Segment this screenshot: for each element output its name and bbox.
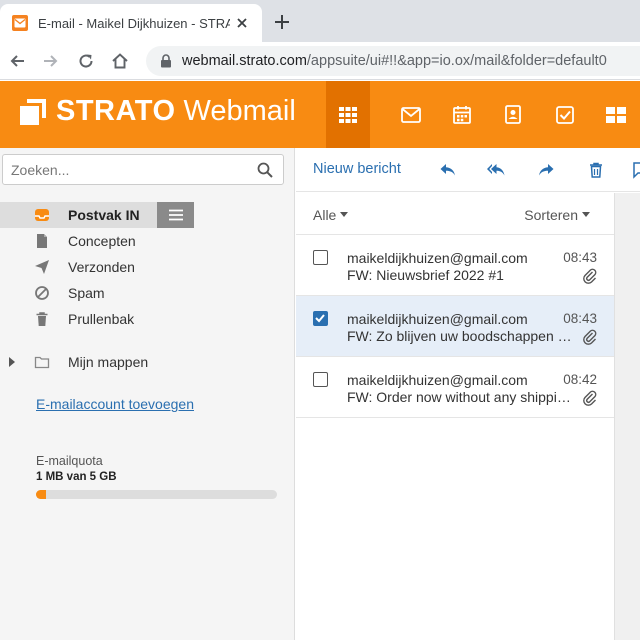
folder-spam[interactable]: Spam [0, 280, 294, 306]
checkmark-icon [315, 314, 325, 323]
strato-logo[interactable]: STRATO Webmail [18, 95, 296, 128]
quota-fill [36, 490, 46, 499]
sort-dropdown[interactable]: Sorteren [524, 207, 590, 223]
app-header: STRATO Webmail [0, 81, 640, 148]
inbox-icon [34, 207, 50, 223]
add-email-account-link[interactable]: E-mailaccount toevoegen [36, 396, 194, 412]
folder-label: Postvak IN [68, 207, 140, 223]
contacts-icon[interactable] [491, 81, 535, 148]
browser-tab-strip: E-mail - Maikel Dijkhuizen - STRATO [0, 0, 640, 42]
chevron-down-icon [340, 211, 349, 217]
product-name: Webmail [183, 95, 296, 127]
forward-nav-icon[interactable] [40, 51, 60, 71]
trash-icon [34, 311, 50, 327]
calendar-icon[interactable] [440, 81, 484, 148]
back-icon[interactable] [8, 51, 28, 71]
browser-toolbar: webmail.strato.com/appsuite/ui#!!&app=io… [0, 42, 640, 80]
folder-label: Concepten [68, 233, 136, 249]
filter-dropdown[interactable]: Alle [313, 207, 349, 223]
folder-trash[interactable]: Prullenbak [0, 306, 294, 332]
address-bar[interactable]: webmail.strato.com/appsuite/ui#!!&app=io… [146, 46, 640, 76]
brand-name: STRATO [56, 95, 176, 127]
tasks-icon[interactable] [543, 81, 587, 148]
reply-all-icon[interactable] [486, 160, 506, 180]
lock-icon [160, 54, 172, 68]
folder-icon [34, 354, 50, 370]
message-time: 08:43 [563, 311, 597, 326]
expand-arrow-icon[interactable] [9, 357, 15, 367]
mail-favicon-icon [12, 15, 28, 31]
message-sender: maikeldijkhuizen@gmail.com [347, 372, 528, 388]
apps-grid-icon[interactable] [326, 81, 370, 148]
message-checkbox[interactable] [313, 311, 328, 326]
message-subject: FW: Nieuwsbrief 2022 #1 [347, 267, 504, 283]
message-checkbox[interactable] [313, 250, 328, 265]
strato-logo-icon [18, 97, 48, 127]
message-row[interactable]: maikeldijkhuizen@gmail.com FW: Order now… [296, 357, 614, 418]
home-icon[interactable] [110, 51, 130, 71]
folder-drafts[interactable]: Concepten [0, 228, 294, 254]
attachment-icon [583, 390, 597, 406]
quota-bar [36, 490, 277, 499]
message-subject: FW: Zo blijven uw boodschappen goedkoop [347, 328, 573, 344]
reply-icon[interactable] [438, 160, 458, 180]
attachment-icon [583, 329, 597, 345]
compose-button[interactable]: Nieuw bericht [313, 161, 401, 177]
folder-label: Prullenbak [68, 311, 135, 327]
drive-icon[interactable] [594, 81, 638, 148]
message-sender: maikeldijkhuizen@gmail.com [347, 250, 528, 266]
drafts-icon [34, 233, 50, 249]
sent-icon [34, 259, 50, 275]
search-box [2, 154, 284, 185]
mail-toolbar: Nieuw bericht [296, 148, 640, 192]
close-tab-icon[interactable] [234, 15, 250, 31]
message-row[interactable]: maikeldijkhuizen@gmail.com FW: Nieuwsbri… [296, 235, 614, 296]
folder-label: Mijn mappen [68, 354, 149, 370]
message-time: 08:42 [563, 372, 597, 387]
url-text: webmail.strato.com/appsuite/ui#!!&app=io… [182, 53, 607, 69]
folder-my-folders[interactable]: Mijn mappen [0, 349, 294, 375]
folder-label: Verzonden [68, 259, 135, 275]
message-list-header: Alle Sorteren [296, 193, 614, 235]
folder-inbox[interactable]: Postvak IN [0, 202, 194, 228]
message-sender: maikeldijkhuizen@gmail.com [347, 311, 528, 327]
mail-icon[interactable] [389, 81, 433, 148]
message-checkbox[interactable] [313, 372, 328, 387]
quota-value: 1 MB van 5 GB [36, 471, 117, 483]
browser-tab[interactable]: E-mail - Maikel Dijkhuizen - STRATO [0, 4, 262, 42]
sort-label: Sorteren [524, 207, 578, 223]
forward-icon[interactable] [536, 160, 556, 180]
spam-icon [34, 285, 50, 301]
quota-label: E-mailquota [36, 454, 103, 468]
more-actions-icon[interactable] [632, 160, 640, 180]
search-icon[interactable] [257, 162, 273, 178]
hamburger-menu-icon [168, 209, 183, 221]
detail-pane-edge [614, 193, 640, 640]
folder-label: Spam [68, 285, 105, 301]
folder-sidebar: Postvak IN Concepten Verzonden Spam [0, 148, 295, 640]
filter-label: Alle [313, 207, 337, 223]
tab-title: E-mail - Maikel Dijkhuizen - STRATO [38, 15, 230, 31]
search-input[interactable] [3, 155, 243, 185]
folder-sent[interactable]: Verzonden [0, 254, 294, 280]
delete-icon[interactable] [586, 160, 606, 180]
attachment-icon [583, 268, 597, 284]
message-row[interactable]: maikeldijkhuizen@gmail.com FW: Zo blijve… [296, 296, 614, 357]
chevron-down-icon [582, 211, 590, 217]
folder-options-button[interactable] [157, 202, 194, 228]
message-subject: FW: Order now without any shipping costs [347, 389, 573, 405]
reload-icon[interactable] [76, 51, 96, 71]
new-tab-icon[interactable] [272, 12, 292, 32]
message-time: 08:43 [563, 250, 597, 265]
